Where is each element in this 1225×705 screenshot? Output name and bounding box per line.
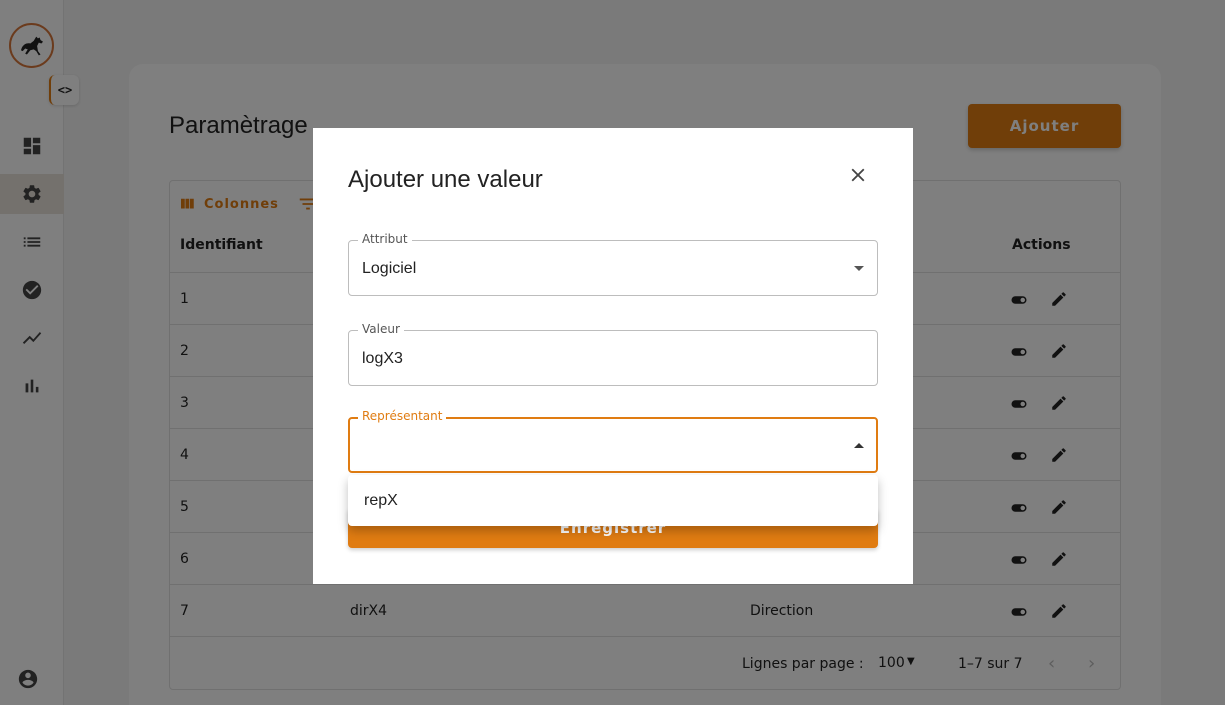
representant-label: Représentant (358, 409, 447, 423)
valeur-field[interactable]: Valeur logX3 (348, 322, 878, 386)
valeur-value: logX3 (362, 350, 403, 367)
dialog-title: Ajouter une valeur (348, 166, 543, 193)
attribut-label: Attribut (358, 232, 412, 246)
chevron-up-icon[interactable] (854, 443, 864, 448)
chevron-down-icon[interactable] (854, 266, 864, 271)
attribut-select[interactable]: Attribut Logiciel (348, 232, 878, 296)
close-icon[interactable] (847, 164, 869, 186)
valeur-label: Valeur (358, 322, 404, 336)
option-repx[interactable]: repX (348, 483, 878, 519)
representant-select[interactable]: Représentant (348, 409, 878, 473)
representant-options-list: repX (348, 475, 878, 526)
attribut-value: Logiciel (362, 260, 417, 277)
